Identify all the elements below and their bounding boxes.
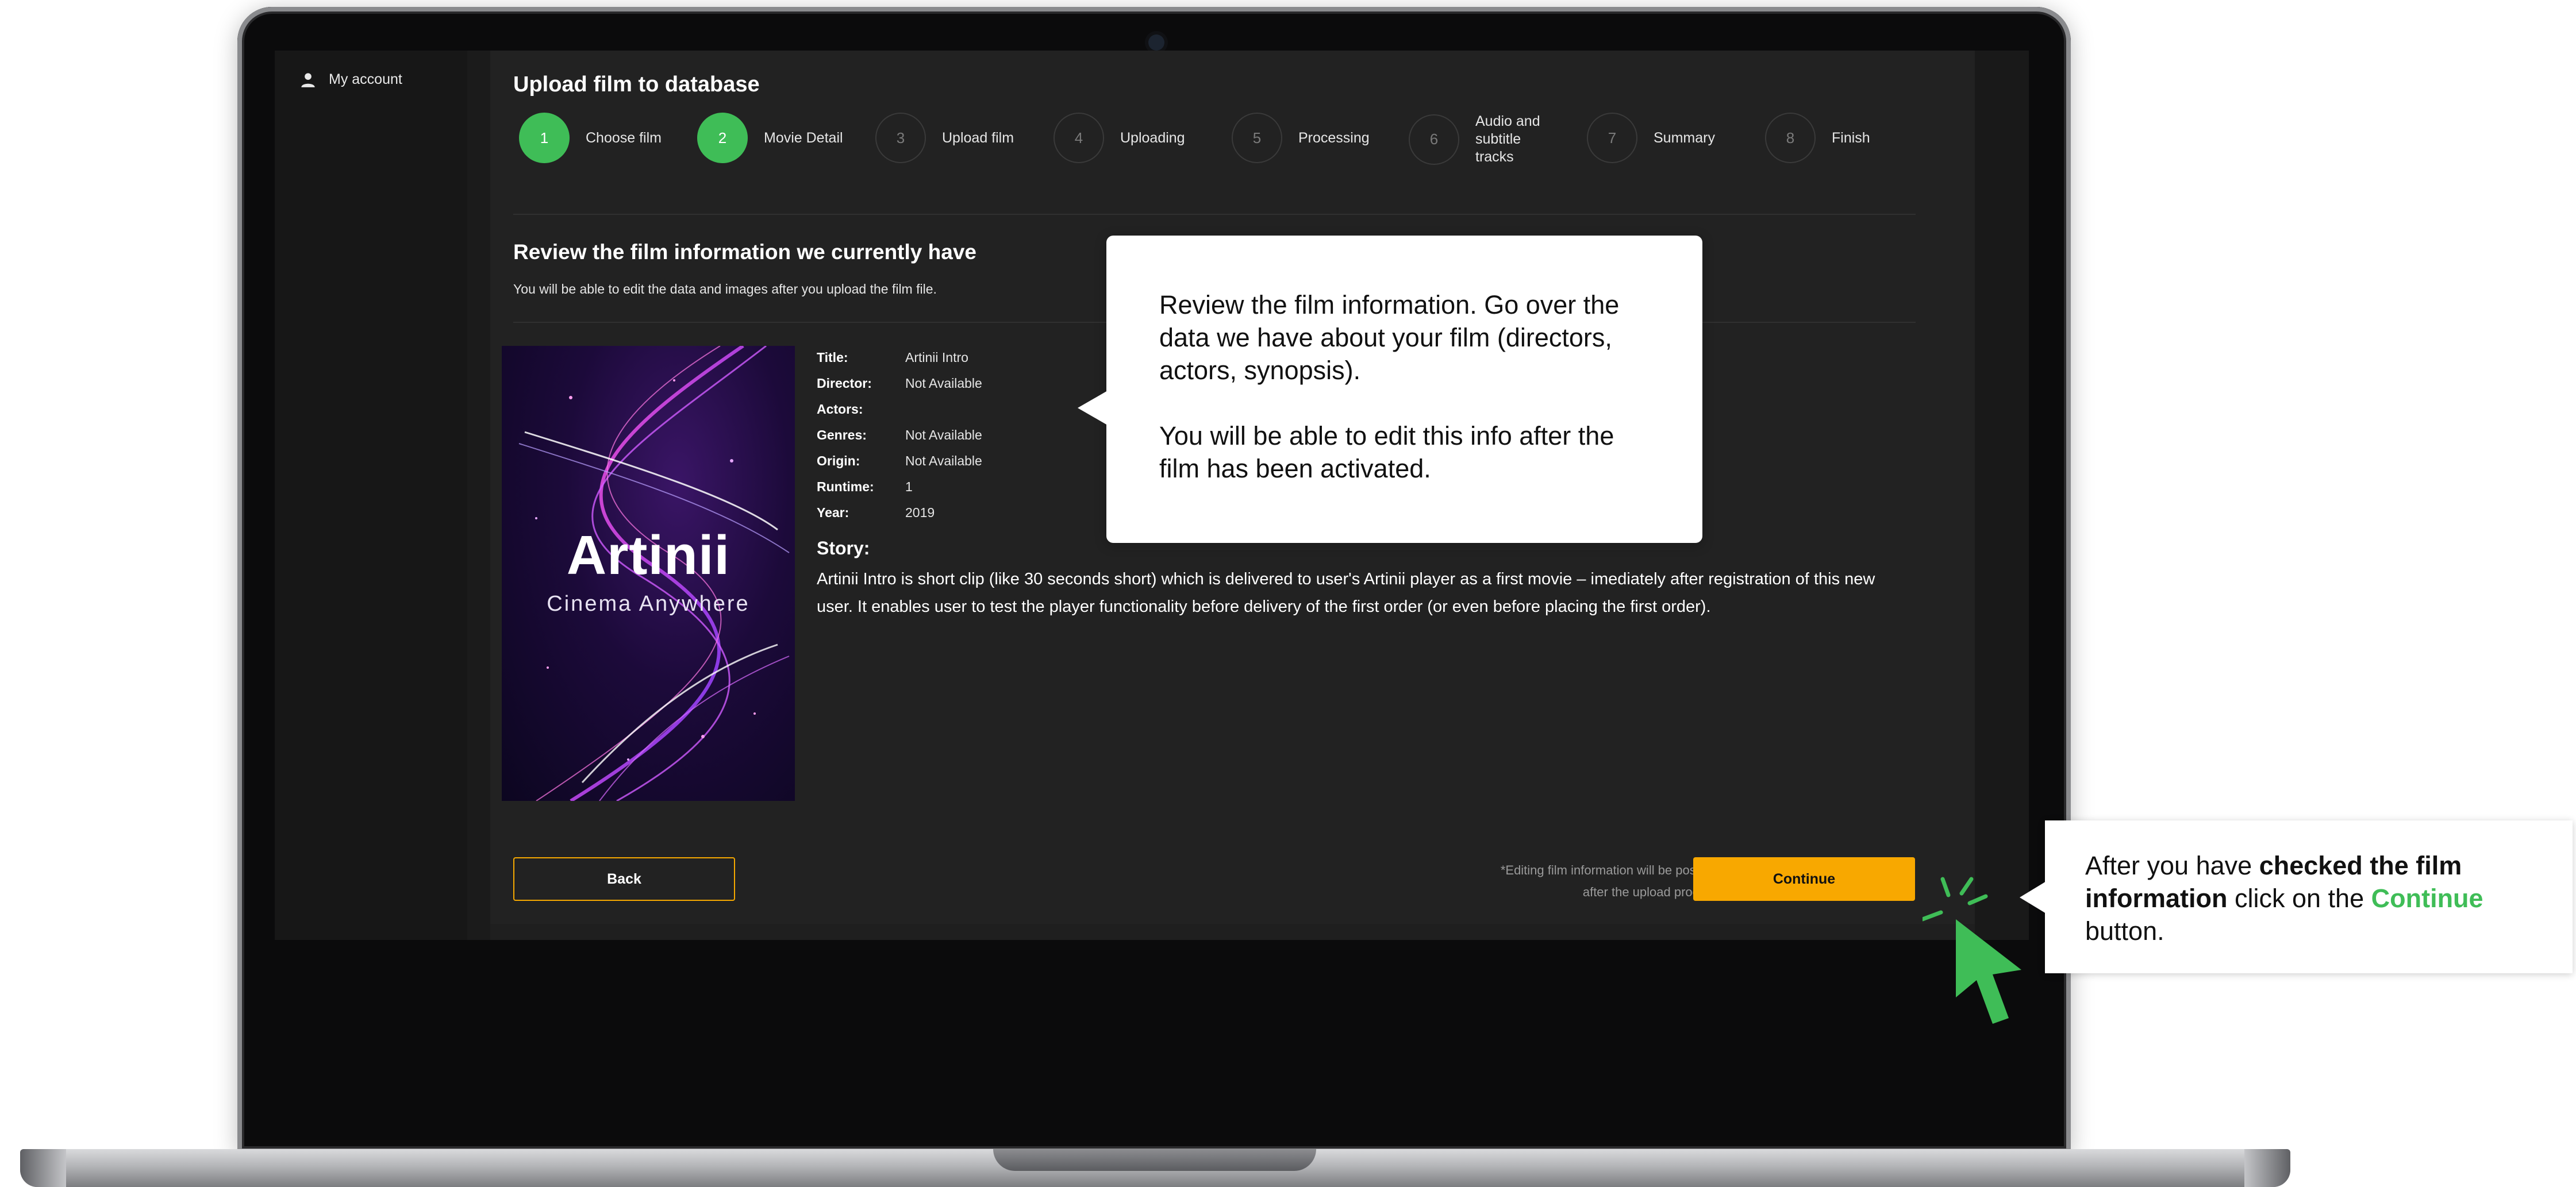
laptop-notch [993,1149,1316,1171]
step-label: Uploading [1120,129,1185,146]
step-6: 6 Audio and subtitle tracks [1409,113,1550,166]
info-row-actors: Actors: [817,396,982,422]
step-1: 1 Choose film [519,113,678,163]
editing-note: *Editing film information will be possib… [1423,860,1722,903]
review-callout-text-2: You will be able to edit this info after… [1159,421,1614,483]
step-number: 4 [1054,113,1104,163]
info-label: Director: [817,376,872,391]
story-text: Artinii Intro is short clip (like 30 sec… [817,570,1875,616]
info-label: Year: [817,505,849,520]
step-label: Summary [1654,129,1715,146]
poster-tagline: Cinema Anywhere [547,592,750,616]
callout-continue-link: Continue [2371,884,2483,913]
back-button[interactable]: Back [513,857,735,901]
callout-text: button. [2085,916,2164,946]
step-label: Audio and subtitle tracks [1475,113,1540,165]
info-label: Genres: [817,427,867,442]
info-row-genres: Genres: Not Available [817,422,982,448]
review-callout-text-1: Review the film information. Go over the… [1159,290,1620,385]
step-label: Choose film [586,129,662,146]
step-number: 1 [519,113,570,163]
info-row-title: Title: Artinii Intro [817,345,982,371]
review-callout: Review the film information. Go over the… [1078,236,1702,543]
info-label: Actors: [817,402,863,417]
step-label: Finish [1832,129,1870,146]
sidebar-item-label: My account [329,71,402,87]
step-label: Movie Detail [764,129,843,146]
info-value: 2019 [905,505,935,520]
step-8: 8 Finish [1765,113,1924,163]
stepper: 1 Choose film 2 Movie Detail 3 Upload fi… [513,113,1939,176]
step-number: 7 [1587,113,1637,163]
sidebar-gutter [467,51,490,940]
info-value: Not Available [905,427,982,442]
user-icon [301,72,315,87]
info-row-runtime: Runtime: 1 [817,474,982,500]
pointer-cursor-icon [1923,877,2021,1024]
info-value: Not Available [905,453,982,468]
step-number: 3 [875,113,926,163]
info-row-director: Director: Not Available [817,371,982,396]
sidebar: My account [275,51,467,940]
divider [513,214,1916,215]
step-5: 5 Processing [1232,113,1390,163]
step-number: 2 [697,113,748,163]
step-number: 6 [1409,114,1459,165]
callout-text: click on the [2227,884,2371,913]
step-number: 5 [1232,113,1282,163]
info-value: Artinii Intro [905,350,968,365]
film-poster: Artinii Cinema Anywhere [502,346,795,801]
story-heading: Story: [817,538,870,558]
continue-callout: After you have checked the film informat… [2020,820,2573,973]
info-row-year: Year: 2019 [817,500,982,526]
callout-text: After you have [2085,851,2259,880]
step-number: 8 [1765,113,1816,163]
info-value: 1 [905,479,913,494]
step-3: 3 Upload film [875,113,1034,163]
sidebar-item-my-account[interactable]: My account [300,71,402,88]
step-label: Upload film [942,129,1014,146]
info-row-origin: Origin: Not Available [817,448,982,474]
step-2: 2 Movie Detail [697,113,856,163]
film-info: Title: Artinii Intro Director: Not Avail… [817,345,982,526]
step-4: 4 Uploading [1054,113,1212,163]
info-label: Title: [817,350,848,365]
poster-title: Artinii [566,525,730,586]
editing-note-line2: after the upload process. [1582,885,1722,899]
step-label: Processing [1298,129,1370,146]
info-label: Runtime: [817,479,874,494]
right-gutter [1975,51,2029,940]
webcam [1148,34,1164,51]
editing-note-line1: *Editing film information will be possib… [1500,863,1722,877]
info-label: Origin: [817,453,860,468]
review-title: Review the film information we currently… [513,240,976,264]
step-7: 7 Summary [1587,113,1745,163]
page-title: Upload film to database [513,72,760,97]
review-subtitle: You will be able to edit the data and im… [513,282,937,296]
continue-button[interactable]: Continue [1693,857,1915,901]
info-value: Not Available [905,376,982,391]
